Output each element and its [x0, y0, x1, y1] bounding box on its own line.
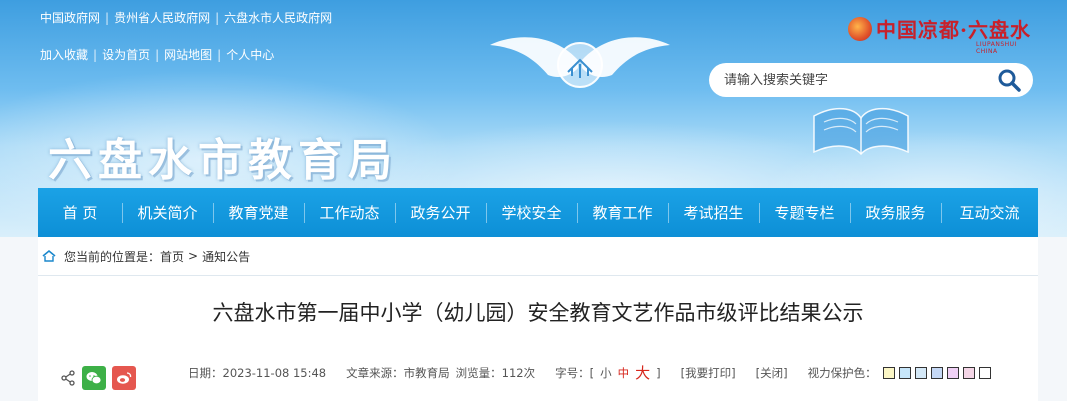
- font-size-close: ]: [656, 365, 661, 380]
- brand-name: 中国凉都·六盘水: [876, 18, 1031, 42]
- nav-item-safety[interactable]: 学校安全: [486, 188, 577, 237]
- nav-item-party[interactable]: 教育党建: [213, 188, 304, 237]
- font-size-label: 字号：[: [555, 365, 595, 380]
- gov-link-guizhou[interactable]: 贵州省人民政府网: [109, 9, 215, 26]
- font-medium-button[interactable]: 中: [618, 365, 630, 381]
- main-nav: 首 页 机关简介 教育党建 工作动态 政务公开 学校安全 教育工作 考试招生 专…: [38, 188, 1038, 237]
- article-title: 六盘水市第一届中小学（幼儿园）安全教育文艺作品市级评比结果公示: [212, 301, 864, 325]
- eye-color-swatch[interactable]: [898, 366, 911, 379]
- gov-link-lps[interactable]: 六盘水市人民政府网: [219, 9, 337, 26]
- eye-color-swatch[interactable]: [882, 366, 895, 379]
- user-center-link[interactable]: 个人中心: [221, 46, 279, 63]
- view-count: 浏览量：112次: [455, 365, 536, 380]
- nav-item-news[interactable]: 工作动态: [304, 188, 395, 237]
- page-margin: [1038, 237, 1067, 401]
- wechat-icon: [86, 372, 102, 385]
- weibo-icon: [117, 372, 132, 384]
- article-source: 文章来源：市教育局: [346, 365, 450, 380]
- add-favorite-link[interactable]: 加入收藏: [40, 46, 93, 63]
- set-homepage-link[interactable]: 设为首页: [97, 46, 155, 63]
- breadcrumb-current[interactable]: 通知公告: [202, 248, 250, 265]
- eye-color-swatch[interactable]: [946, 366, 959, 379]
- font-small-button[interactable]: 小: [600, 365, 612, 381]
- nav-item-exams[interactable]: 考试招生: [668, 188, 759, 237]
- brand-subtitle: LIUPANSHUI CHINA: [976, 41, 1017, 55]
- search-input[interactable]: [709, 72, 979, 88]
- winged-book-logo-icon: [490, 37, 670, 88]
- home-icon: [42, 249, 56, 262]
- user-links: 加入收藏 | 设为首页 | 网站地图 | 个人中心: [40, 46, 279, 63]
- sitemap-link[interactable]: 网站地图: [159, 46, 217, 63]
- nav-item-interaction[interactable]: 互动交流: [941, 188, 1038, 237]
- search-icon[interactable]: [997, 68, 1021, 92]
- share-bar: [60, 366, 142, 390]
- eye-color-swatch[interactable]: [962, 366, 975, 379]
- wechat-share-button[interactable]: [82, 366, 106, 390]
- eye-color-swatch[interactable]: [930, 366, 943, 379]
- weibo-share-button[interactable]: [112, 366, 136, 390]
- article-meta: 日期：2023-11-08 15:48 文章来源：市教育局 浏览量：112次 字…: [188, 362, 995, 383]
- nav-item-work[interactable]: 教育工作: [577, 188, 668, 237]
- breadcrumb-home[interactable]: 首页: [160, 248, 184, 265]
- close-button[interactable]: [关闭]: [756, 365, 788, 381]
- nav-item-open-gov[interactable]: 政务公开: [395, 188, 486, 237]
- nav-item-topics[interactable]: 专题专栏: [759, 188, 850, 237]
- font-large-button[interactable]: 大: [635, 362, 650, 383]
- brand-logo: 中国凉都·六盘水 LIUPANSHUI CHINA: [848, 14, 1031, 55]
- breadcrumb: 您当前的位置是： 首页 > 通知公告: [38, 237, 1038, 276]
- open-book-icon: [813, 107, 909, 156]
- nav-item-about[interactable]: 机关简介: [122, 188, 213, 237]
- eye-care-label: 视力保护色：: [807, 365, 877, 380]
- publish-date: 日期：2023-11-08 15:48: [188, 365, 327, 380]
- nav-item-services[interactable]: 政务服务: [850, 188, 941, 237]
- share-icon[interactable]: [60, 370, 76, 386]
- breadcrumb-prefix: 您当前的位置是：: [64, 249, 161, 264]
- nav-item-home[interactable]: 首 页: [38, 188, 122, 237]
- brand-logo-icon: [848, 16, 872, 41]
- page-margin: [0, 237, 38, 401]
- eye-color-swatch[interactable]: [914, 366, 927, 379]
- eye-color-swatch[interactable]: [978, 366, 991, 379]
- breadcrumb-separator: >: [188, 249, 199, 263]
- search-box: [709, 63, 1033, 97]
- print-button[interactable]: [我要打印]: [681, 365, 736, 381]
- site-title: 六盘水市教育局: [48, 135, 398, 186]
- gov-link-china[interactable]: 中国政府网: [40, 9, 105, 26]
- gov-links: 中国政府网 | 贵州省人民政府网 | 六盘水市人民政府网: [40, 9, 337, 26]
